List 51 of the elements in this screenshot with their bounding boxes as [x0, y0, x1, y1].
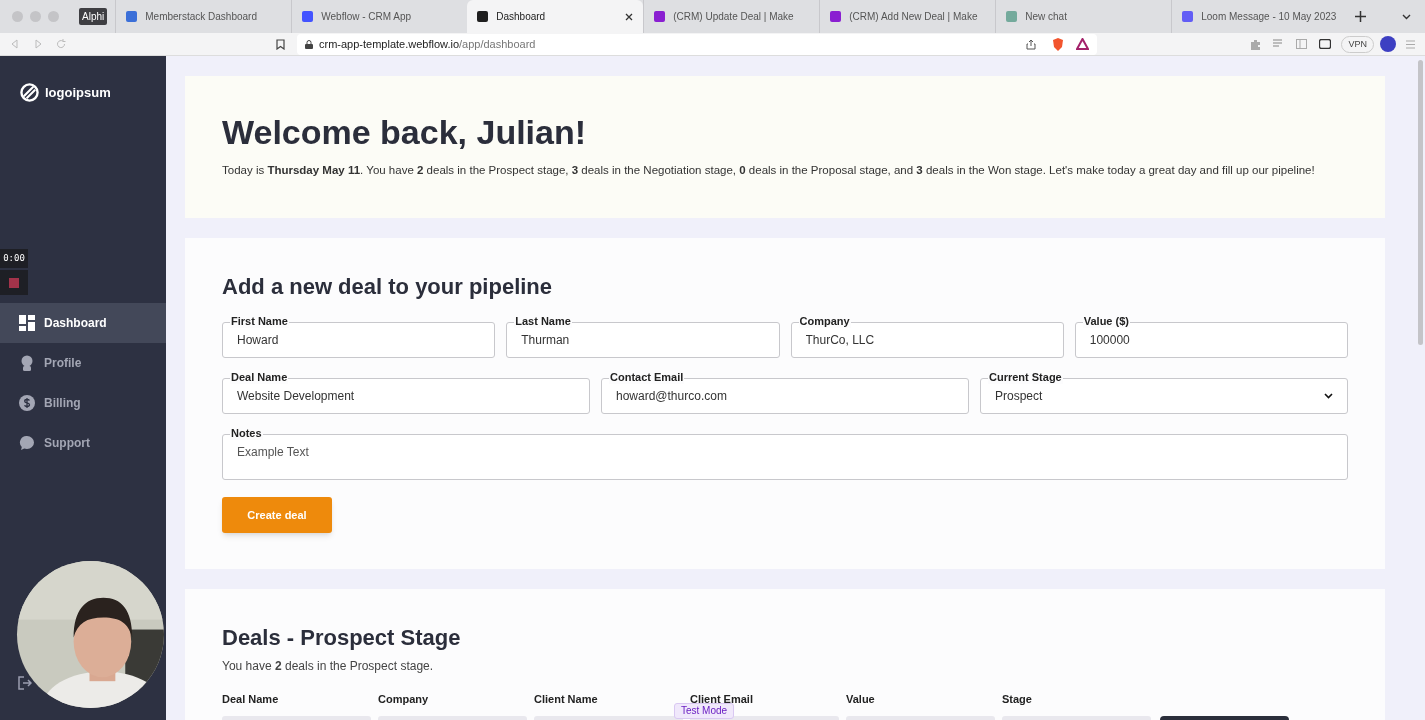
- column-header: Client Name: [534, 692, 599, 707]
- bookmark-icon[interactable]: [276, 38, 285, 50]
- dollar-icon: [19, 395, 35, 411]
- sidebar-item[interactable]: Profile: [0, 343, 166, 383]
- column-header: Client Email: [690, 692, 754, 706]
- recording-timer: 0:00: [0, 248, 28, 268]
- playlist-icon[interactable]: [1273, 39, 1285, 49]
- shield-icon[interactable]: [1052, 37, 1064, 51]
- browser-tab[interactable]: Dashboard: [467, 0, 644, 33]
- field-label: Current Stage: [988, 370, 1063, 384]
- logout-icon[interactable]: [18, 676, 32, 690]
- chat-icon: [19, 435, 35, 451]
- lock-icon: [305, 39, 313, 49]
- forward-icon[interactable]: [33, 39, 43, 49]
- sidebar-item[interactable]: Billing: [0, 383, 166, 423]
- triangle-icon[interactable]: [1076, 38, 1089, 50]
- scrollbar-thumb[interactable]: [1417, 60, 1423, 345]
- sidebar-item[interactable]: Support: [0, 423, 166, 463]
- back-icon[interactable]: [10, 39, 20, 49]
- wallet-icon[interactable]: [1319, 39, 1332, 49]
- extensions-icon[interactable]: [1250, 38, 1262, 50]
- chevron-down-icon: [1324, 393, 1333, 399]
- reload-icon[interactable]: [56, 39, 66, 49]
- menu-icon[interactable]: [1406, 39, 1415, 49]
- column-header: Company: [378, 692, 430, 707]
- logo-text: logoipsum: [45, 84, 111, 102]
- column-header: Deal Name: [222, 692, 280, 707]
- column-header: Value: [846, 692, 876, 707]
- window-control-icon[interactable]: [12, 11, 23, 22]
- form-title: Add a new deal to your pipeline: [222, 274, 554, 300]
- column-header: Stage: [1002, 692, 1033, 707]
- deals-title: Deals - Prospect Stage: [222, 625, 462, 651]
- window-control-icon[interactable]: [48, 11, 59, 22]
- avatar-icon[interactable]: [1380, 36, 1396, 52]
- new-tab-icon[interactable]: [1355, 11, 1367, 22]
- close-icon[interactable]: [625, 12, 634, 21]
- logo-icon: [20, 83, 39, 103]
- sidebar-toggle-icon[interactable]: [1296, 39, 1308, 49]
- window-control-icon[interactable]: [30, 11, 41, 22]
- stop-button[interactable]: [0, 270, 28, 295]
- test-mode-badge: Test Mode: [674, 703, 735, 719]
- user-icon: [19, 355, 35, 371]
- profile-badge[interactable]: Alphi: [79, 8, 108, 25]
- address-bar[interactable]: crm-app-template.webflow.io/app/dashboard: [297, 33, 1097, 55]
- deals-summary: You have 2 deals in the Prospect stage.: [222, 658, 435, 675]
- sidebar-item[interactable]: Dashboard: [0, 303, 166, 343]
- dashboard-icon: [19, 315, 35, 331]
- chevron-down-icon[interactable]: [1402, 13, 1411, 20]
- welcome-title: Welcome back, Julian!: [222, 112, 588, 152]
- share-icon[interactable]: [1026, 38, 1036, 50]
- welcome-text: Today is Thursday May 11. You have 2 deals in the Prospect stage, 3 deals in the Negotiation stage, 0 deals in the Proposal stage, and 3 deals in the Won stage. Let's make today a great day and fill up our pipeline!: [222, 163, 1315, 178]
